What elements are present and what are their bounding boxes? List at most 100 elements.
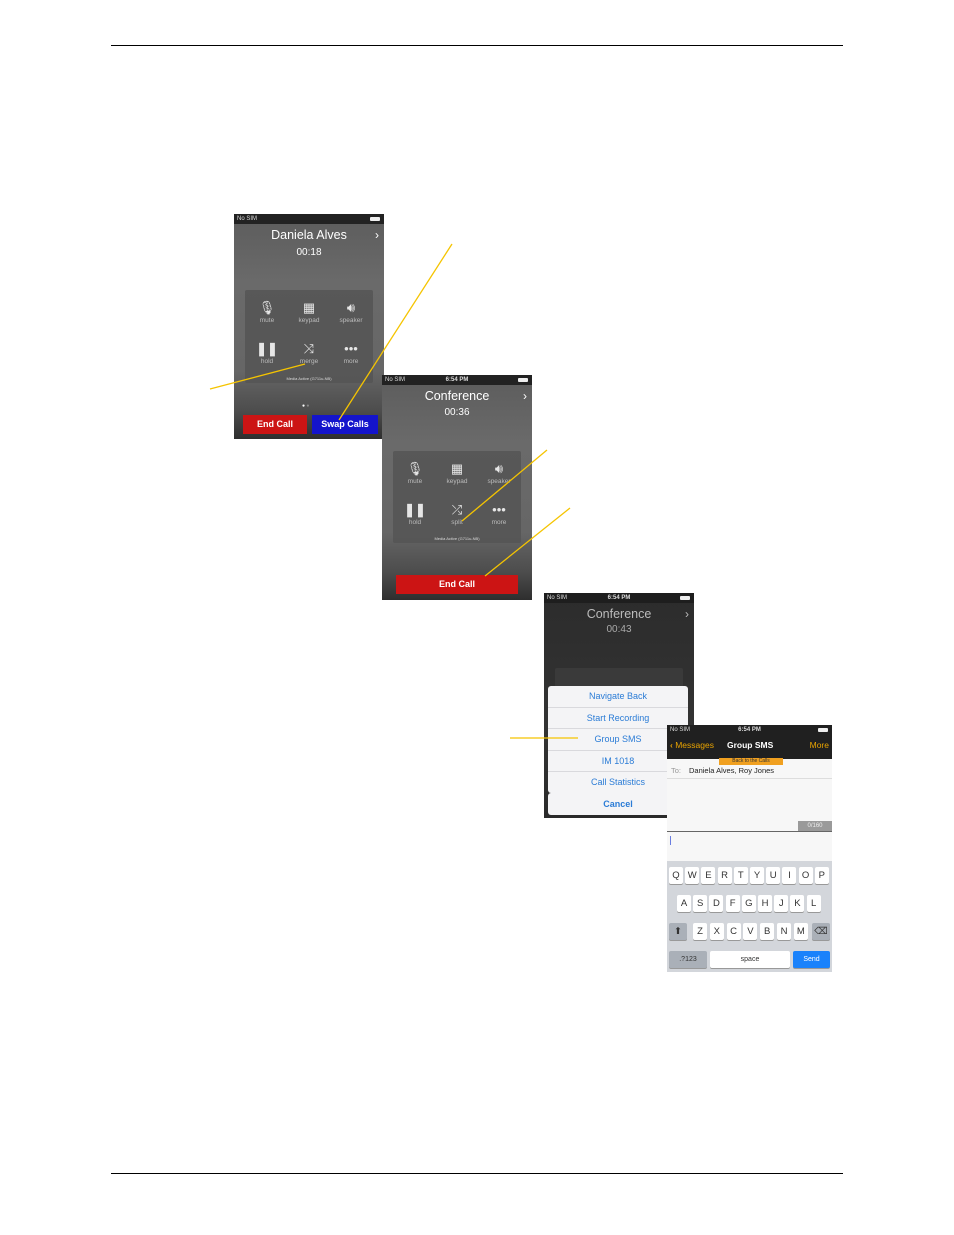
key-l[interactable]: L: [806, 895, 821, 912]
microphone-icon: 🎙︎: [406, 461, 424, 476]
key-h[interactable]: H: [758, 895, 772, 912]
mute-label: mute: [259, 317, 275, 324]
key-r[interactable]: R: [717, 867, 732, 884]
key-m[interactable]: M: [793, 923, 808, 940]
space-key[interactable]: space: [710, 951, 790, 968]
keypad-button[interactable]: ▦ keypad: [289, 300, 329, 324]
status-bar: No SIM 6:54 PM: [544, 593, 694, 603]
numbers-key[interactable]: .?123: [669, 951, 707, 968]
call-timer: 00:43: [606, 624, 632, 635]
speaker-label: speaker: [339, 317, 363, 324]
chevron-right-icon[interactable]: ›: [685, 607, 689, 621]
key-u[interactable]: U: [766, 867, 781, 884]
split-icon: ⤮: [451, 502, 463, 517]
media-status: Media Active (G711u-NB): [286, 376, 332, 381]
recipients-field[interactable]: To: Daniela Alves, Roy Jones: [667, 763, 832, 779]
call-timer: 00:36: [444, 407, 470, 418]
hold-label: hold: [260, 358, 274, 365]
key-s[interactable]: S: [693, 895, 708, 912]
speaker-button[interactable]: 🔊︎ speaker: [479, 461, 519, 485]
speaker-label: speaker: [487, 478, 511, 485]
clock: 6:54 PM: [607, 595, 631, 601]
key-y[interactable]: Y: [750, 867, 764, 884]
battery-icon: [680, 596, 690, 600]
key-x[interactable]: X: [709, 923, 724, 940]
key-d[interactable]: D: [709, 895, 724, 912]
call-screen-daniela: No SIM Daniela Alves › 00:18 🎙︎ mute ▦ k…: [234, 214, 384, 439]
speaker-icon: 🔊︎: [494, 461, 504, 476]
key-a[interactable]: A: [677, 895, 691, 912]
hold-label: hold: [408, 519, 422, 526]
keypad-label: keypad: [298, 317, 320, 324]
media-status: Media Active (G711u-NB): [434, 536, 480, 541]
key-t[interactable]: T: [733, 867, 748, 884]
chevron-right-icon[interactable]: ›: [523, 389, 527, 403]
keypad-icon: ▦: [302, 300, 316, 315]
end-call-button[interactable]: End Call: [243, 415, 307, 434]
key-b[interactable]: B: [760, 923, 775, 940]
hold-button[interactable]: ❚❚ hold: [395, 502, 435, 526]
hold-button[interactable]: ❚❚ hold: [247, 341, 287, 365]
keypad-button[interactable]: ▦ keypad: [437, 461, 477, 485]
key-i[interactable]: I: [782, 867, 797, 884]
key-f[interactable]: F: [725, 895, 740, 912]
end-call-button[interactable]: End Call: [396, 575, 518, 594]
status-bar: No SIM: [234, 214, 384, 224]
mute-label: mute: [407, 478, 423, 485]
key-k[interactable]: K: [790, 895, 805, 912]
call-controls-panel: 🎙︎ mute ▦ keypad 🔊︎ speaker ❚❚ hold ⤨ me…: [245, 290, 373, 383]
chevron-left-icon: ‹: [670, 740, 673, 750]
key-p[interactable]: P: [814, 867, 829, 884]
key-z[interactable]: Z: [693, 923, 707, 940]
call-title: Conference: [424, 389, 490, 403]
merge-button[interactable]: ⤨ merge: [289, 341, 329, 365]
battery-icon: [370, 217, 380, 221]
back-button[interactable]: ‹ Messages: [670, 740, 714, 750]
call-controls-panel: 🎙︎ mute ▦ keypad 🔊︎ speaker ❚❚ hold ⤮ sp…: [393, 451, 521, 543]
mute-button[interactable]: 🎙︎ mute: [395, 461, 435, 485]
shift-key[interactable]: ⬆: [669, 923, 687, 940]
swap-calls-button[interactable]: Swap Calls: [312, 415, 378, 434]
speaker-icon: 🔊︎: [346, 300, 356, 315]
pause-icon: ❚❚: [404, 502, 426, 517]
key-j[interactable]: J: [774, 895, 789, 912]
key-q[interactable]: Q: [669, 867, 683, 884]
to-label: To:: [671, 766, 682, 775]
callout-lines: [209, 243, 578, 739]
recipients-value: Daniela Alves, Roy Jones: [689, 766, 775, 775]
caller-name: Daniela Alves: [271, 228, 347, 242]
mute-button[interactable]: 🎙︎ mute: [247, 300, 287, 324]
keyboard: Q W E R T Y U I O P A S D F G H J K L ⬆ Z X C V B N M ⌫ .?123 space Se…: [667, 861, 832, 972]
key-e[interactable]: E: [701, 867, 716, 884]
battery-icon: [518, 378, 528, 382]
split-button[interactable]: ⤮ split: [437, 502, 477, 526]
battery-icon: [818, 728, 828, 732]
chevron-right-icon[interactable]: ›: [375, 228, 379, 242]
carrier-label: No SIM: [237, 216, 258, 222]
key-n[interactable]: N: [777, 923, 791, 940]
call-title: Conference: [586, 607, 652, 621]
merge-label: merge: [299, 358, 319, 365]
char-counter: 0/160: [798, 821, 832, 831]
merge-icon: ⤨: [303, 341, 315, 356]
more-button[interactable]: ••• more: [331, 341, 371, 365]
status-bar: No SIM 6:54 PM: [667, 725, 832, 735]
key-w[interactable]: W: [685, 867, 700, 884]
send-button[interactable]: Send: [793, 951, 830, 968]
key-c[interactable]: C: [726, 923, 741, 940]
message-input[interactable]: [667, 832, 832, 860]
backspace-key[interactable]: ⌫: [812, 923, 830, 940]
key-o[interactable]: O: [798, 867, 813, 884]
menu-item-navigate-back[interactable]: Navigate Back: [548, 686, 688, 708]
page-indicator: ● ●: [302, 403, 310, 409]
more-button[interactable]: More: [810, 740, 829, 750]
call-timer: 00:18: [296, 247, 322, 258]
more-button[interactable]: ••• more: [479, 502, 519, 526]
speaker-button[interactable]: 🔊︎ speaker: [331, 300, 371, 324]
keypad-icon: ▦: [450, 461, 464, 476]
nav-title: Group SMS: [727, 740, 774, 750]
clock: 6:54 PM: [738, 727, 761, 733]
footer-rule: [111, 1173, 843, 1174]
key-v[interactable]: V: [743, 923, 758, 940]
key-g[interactable]: G: [741, 895, 756, 912]
